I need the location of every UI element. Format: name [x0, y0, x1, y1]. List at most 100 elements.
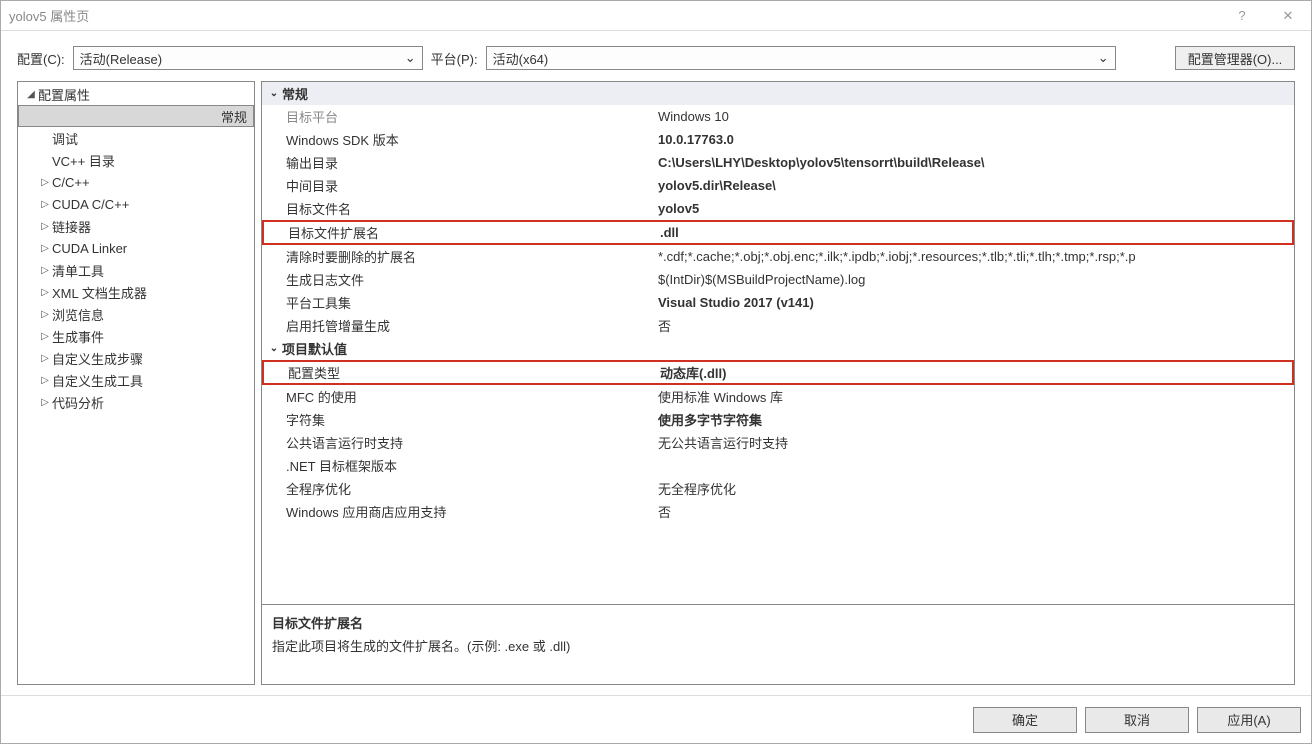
property-value[interactable]: yolov5: [654, 197, 1294, 220]
property-row[interactable]: Windows 应用商店应用支持否: [262, 500, 1294, 523]
config-tree[interactable]: ◢配置属性常规调试VC++ 目录▷C/C++▷CUDA C/C++▷链接器▷CU…: [17, 81, 255, 685]
tree-root[interactable]: ◢配置属性: [18, 83, 254, 105]
property-label: 中间目录: [262, 174, 654, 197]
property-label: 公共语言运行时支持: [262, 431, 654, 454]
property-value[interactable]: yolov5.dir\Release\: [654, 174, 1294, 197]
tree-item[interactable]: ▷浏览信息: [18, 303, 254, 325]
expand-icon: ▷: [38, 265, 52, 276]
tree-item[interactable]: ▷CUDA C/C++: [18, 193, 254, 215]
property-section-header[interactable]: ⌄项目默认值: [262, 337, 1294, 360]
tree-item[interactable]: ▷清单工具: [18, 259, 254, 281]
dialog-footer: 确定 取消 应用(A): [1, 695, 1311, 743]
property-label: 目标文件扩展名: [264, 222, 656, 243]
property-row[interactable]: Windows SDK 版本10.0.17763.0: [262, 128, 1294, 151]
expand-icon: ▷: [38, 353, 52, 364]
description-box: 目标文件扩展名 指定此项目将生成的文件扩展名。(示例: .exe 或 .dll): [261, 605, 1295, 685]
property-value[interactable]: *.cdf;*.cache;*.obj;*.obj.enc;*.ilk;*.ip…: [654, 245, 1294, 268]
tree-item[interactable]: ▷自定义生成工具: [18, 369, 254, 391]
property-row[interactable]: 生成日志文件$(IntDir)$(MSBuildProjectName).log: [262, 268, 1294, 291]
tree-item-label: 生成事件: [52, 327, 104, 346]
property-value[interactable]: 否: [654, 314, 1294, 337]
property-row[interactable]: 清除时要删除的扩展名*.cdf;*.cache;*.obj;*.obj.enc;…: [262, 245, 1294, 268]
config-label: 配置(C):: [17, 49, 65, 68]
config-select[interactable]: 活动(Release) ⌄: [73, 46, 423, 70]
ok-button[interactable]: 确定: [973, 707, 1077, 733]
property-value[interactable]: 无全程序优化: [654, 477, 1294, 500]
property-label: Windows SDK 版本: [262, 128, 654, 151]
property-value[interactable]: Windows 10: [654, 105, 1294, 128]
tree-item[interactable]: VC++ 目录: [18, 149, 254, 171]
expand-icon: ▷: [38, 309, 52, 320]
toolbar: 配置(C): 活动(Release) ⌄ 平台(P): 活动(x64) ⌄ 配置…: [1, 41, 1311, 75]
tree-item[interactable]: ▷CUDA Linker: [18, 237, 254, 259]
tree-item-label: CUDA Linker: [52, 241, 127, 256]
property-row[interactable]: MFC 的使用使用标准 Windows 库: [262, 385, 1294, 408]
property-row[interactable]: 目标文件名yolov5: [262, 197, 1294, 220]
property-value[interactable]: [654, 454, 1294, 477]
property-row[interactable]: 启用托管增量生成否: [262, 314, 1294, 337]
property-value[interactable]: 10.0.17763.0: [654, 128, 1294, 151]
tree-item[interactable]: ▷C/C++: [18, 171, 254, 193]
property-value[interactable]: Visual Studio 2017 (v141): [654, 291, 1294, 314]
tree-item-label: 常规: [221, 107, 247, 126]
property-grid[interactable]: ⌄常规目标平台Windows 10Windows SDK 版本10.0.1776…: [261, 81, 1295, 605]
property-value[interactable]: C:\Users\LHY\Desktop\yolov5\tensorrt\bui…: [654, 151, 1294, 174]
property-row[interactable]: 目标平台Windows 10: [262, 105, 1294, 128]
expand-icon: ▷: [38, 177, 52, 188]
tree-item[interactable]: ▷代码分析: [18, 391, 254, 413]
property-label: 平台工具集: [262, 291, 654, 314]
titlebar: yolov5 属性页 ? ✕: [1, 1, 1311, 31]
property-value[interactable]: 使用多字节字符集: [654, 408, 1294, 431]
property-value[interactable]: .dll: [656, 222, 1292, 243]
property-row[interactable]: 全程序优化无全程序优化: [262, 477, 1294, 500]
tree-item[interactable]: ▷链接器: [18, 215, 254, 237]
close-button[interactable]: ✕: [1265, 1, 1311, 30]
tree-item[interactable]: ▷自定义生成步骤: [18, 347, 254, 369]
section-title: 项目默认值: [282, 339, 347, 358]
tree-item-label: XML 文档生成器: [52, 283, 147, 302]
expand-icon: ▷: [38, 331, 52, 342]
tree-item-label: 代码分析: [52, 393, 104, 412]
property-label: Windows 应用商店应用支持: [262, 500, 654, 523]
tree-item-label: 链接器: [52, 217, 91, 236]
property-row[interactable]: 平台工具集Visual Studio 2017 (v141): [262, 291, 1294, 314]
property-label: 全程序优化: [262, 477, 654, 500]
description-text: 指定此项目将生成的文件扩展名。(示例: .exe 或 .dll): [272, 636, 1284, 655]
property-value[interactable]: 使用标准 Windows 库: [654, 385, 1294, 408]
property-label: 目标平台: [262, 105, 654, 128]
tree-item[interactable]: 常规: [18, 105, 254, 127]
config-value: 活动(Release): [80, 49, 162, 68]
expand-icon: ▷: [38, 221, 52, 232]
property-value[interactable]: 无公共语言运行时支持: [654, 431, 1294, 454]
property-row[interactable]: 公共语言运行时支持无公共语言运行时支持: [262, 431, 1294, 454]
property-label: MFC 的使用: [262, 385, 654, 408]
tree-item-label: 浏览信息: [52, 305, 104, 324]
property-row[interactable]: 目标文件扩展名.dll: [262, 220, 1294, 245]
tree-item[interactable]: ▷生成事件: [18, 325, 254, 347]
property-row[interactable]: 配置类型动态库(.dll): [262, 360, 1294, 385]
tree-item-label: VC++ 目录: [52, 151, 115, 170]
expand-icon: ▷: [38, 199, 52, 210]
property-row[interactable]: 输出目录C:\Users\LHY\Desktop\yolov5\tensorrt…: [262, 151, 1294, 174]
property-row[interactable]: .NET 目标框架版本: [262, 454, 1294, 477]
tree-item-label: 调试: [52, 129, 78, 148]
platform-select[interactable]: 活动(x64) ⌄: [486, 46, 1116, 70]
apply-button[interactable]: 应用(A): [1197, 707, 1301, 733]
property-label: 生成日志文件: [262, 268, 654, 291]
tree-item[interactable]: 调试: [18, 127, 254, 149]
property-value[interactable]: $(IntDir)$(MSBuildProjectName).log: [654, 268, 1294, 291]
property-value[interactable]: 否: [654, 500, 1294, 523]
property-value[interactable]: 动态库(.dll): [656, 362, 1292, 383]
window-title: yolov5 属性页: [9, 6, 1219, 25]
config-manager-button[interactable]: 配置管理器(O)...: [1175, 46, 1295, 70]
expand-icon: ▷: [38, 287, 52, 298]
property-label: 配置类型: [264, 362, 656, 383]
help-button[interactable]: ?: [1219, 1, 1265, 30]
tree-item-label: C/C++: [52, 175, 90, 190]
collapse-icon: ⌄: [266, 88, 282, 99]
property-section-header[interactable]: ⌄常规: [262, 82, 1294, 105]
cancel-button[interactable]: 取消: [1085, 707, 1189, 733]
property-row[interactable]: 字符集使用多字节字符集: [262, 408, 1294, 431]
tree-item[interactable]: ▷XML 文档生成器: [18, 281, 254, 303]
property-row[interactable]: 中间目录yolov5.dir\Release\: [262, 174, 1294, 197]
